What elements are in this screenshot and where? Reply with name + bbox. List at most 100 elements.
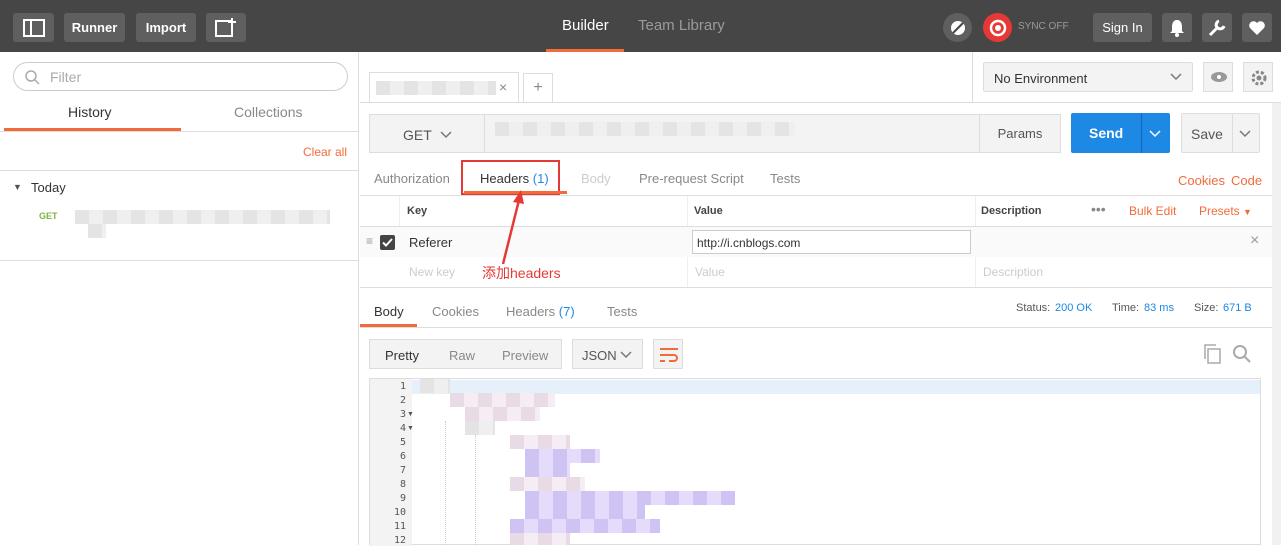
caret-down-icon[interactable]: ▼: [13, 182, 22, 192]
filter-input[interactable]: Filter: [13, 62, 348, 91]
send-button-group: Send: [1071, 113, 1170, 153]
sync-status-icon[interactable]: [983, 13, 1012, 42]
request-tab[interactable]: ×: [369, 72, 519, 103]
search-icon: [25, 70, 40, 85]
sidebar-toggle-button[interactable]: [13, 13, 54, 42]
heart-icon: [1249, 20, 1265, 35]
header-value-field[interactable]: http://i.cnblogs.com: [692, 230, 971, 254]
annotation-text: 添加headers: [482, 265, 561, 281]
chevron-down-icon: [620, 351, 632, 359]
divider: [687, 257, 688, 287]
params-button[interactable]: Params: [979, 114, 1061, 153]
new-tab-button[interactable]: [206, 13, 246, 42]
tab-response-headers[interactable]: Headers (7): [506, 304, 575, 319]
tab-pre-request-script[interactable]: Pre-request Script: [639, 171, 744, 186]
method-select[interactable]: GET: [369, 114, 485, 153]
wrap-lines-icon: [660, 348, 678, 362]
status-value: 200 OK: [1055, 302, 1093, 314]
annotation-arrow: [501, 190, 524, 265]
header-enabled-checkbox[interactable]: [380, 235, 395, 250]
view-raw-button[interactable]: Raw: [449, 348, 475, 363]
history-url-redacted: [88, 224, 106, 238]
line-number: 6: [399, 451, 406, 462]
copy-icon[interactable]: [1203, 344, 1221, 364]
line-number: 10: [393, 507, 406, 518]
new-key-field[interactable]: New key: [409, 265, 455, 279]
tab-headers-label: Headers: [480, 171, 530, 186]
header-value-text: http://i.cnblogs.com: [697, 236, 801, 250]
view-preview-button[interactable]: Preview: [502, 348, 548, 363]
check-icon: [382, 238, 393, 247]
line-number: 2: [399, 395, 406, 406]
close-tab-icon[interactable]: ×: [499, 79, 507, 95]
save-button[interactable]: Save: [1191, 126, 1223, 142]
tab-history[interactable]: History: [68, 104, 112, 120]
wrap-lines-button[interactable]: [653, 339, 683, 369]
tab-builder[interactable]: Builder: [562, 17, 609, 34]
main-scrollbar[interactable]: [1272, 103, 1281, 545]
drag-handle-icon[interactable]: ≡: [366, 234, 373, 248]
environment-select[interactable]: No Environment: [983, 62, 1193, 92]
presets-label: Presets: [1199, 204, 1240, 218]
fold-caret-icon[interactable]: ▼: [407, 425, 414, 432]
sync-status-text: SYNC OFF: [1018, 21, 1069, 32]
history-group-label: Today: [31, 180, 66, 195]
divider: [975, 257, 976, 287]
url-input[interactable]: [485, 114, 980, 153]
divider: [399, 196, 400, 226]
add-tab-button[interactable]: +: [523, 73, 553, 103]
tab-response-body[interactable]: Body: [374, 304, 404, 319]
satellite-icon: [950, 20, 965, 35]
send-options-icon[interactable]: [1149, 130, 1161, 138]
json-redacted: [510, 477, 585, 491]
line-number: 8: [399, 479, 406, 490]
method-value: GET: [403, 127, 432, 143]
view-pretty-button[interactable]: Pretty: [385, 348, 419, 363]
clear-all-link[interactable]: Clear all: [303, 145, 347, 159]
header-key-field[interactable]: Referer: [409, 235, 452, 250]
tab-tests[interactable]: Tests: [770, 171, 800, 186]
line-number: 1: [399, 381, 406, 392]
settings-button[interactable]: [1202, 13, 1232, 42]
format-select[interactable]: JSON: [572, 339, 643, 369]
column-key: Key: [407, 205, 428, 217]
runner-button[interactable]: Runner: [64, 13, 125, 42]
import-button[interactable]: Import: [136, 13, 196, 42]
sign-in-button[interactable]: Sign In: [1093, 13, 1152, 42]
notifications-button[interactable]: [1162, 13, 1192, 42]
tab-headers-count: (1): [532, 171, 549, 186]
fold-caret-icon[interactable]: ▼: [407, 411, 414, 418]
manage-environments-button[interactable]: [1243, 62, 1273, 92]
sync-ring-icon: [989, 19, 1006, 36]
tab-team-library[interactable]: Team Library: [638, 17, 725, 34]
top-bar: Runner Import Builder Team Library SYNC …: [0, 0, 1281, 52]
interceptor-button[interactable]: [943, 13, 972, 42]
tab-body[interactable]: Body: [581, 171, 611, 186]
json-redacted: [525, 449, 600, 463]
line-number: 3: [399, 409, 406, 420]
tab-response-tests[interactable]: Tests: [607, 304, 637, 319]
presets-dropdown[interactable]: Presets ▼: [1199, 204, 1252, 218]
tab-authorization[interactable]: Authorization: [374, 171, 450, 186]
save-options-icon[interactable]: [1239, 130, 1251, 138]
line-number: 5: [399, 437, 406, 448]
search-icon[interactable]: [1232, 344, 1252, 364]
delete-row-icon[interactable]: ×: [1250, 232, 1259, 250]
bell-icon: [1170, 19, 1184, 37]
tab-collections[interactable]: Collections: [234, 104, 302, 120]
new-description-field[interactable]: Description: [983, 265, 1043, 279]
tab-response-cookies[interactable]: Cookies: [432, 304, 479, 319]
json-redacted: [465, 407, 540, 421]
environment-quick-look-button[interactable]: [1203, 62, 1233, 92]
send-button[interactable]: Send: [1089, 125, 1123, 141]
more-options-icon[interactable]: •••: [1091, 201, 1106, 217]
eye-icon: [1211, 72, 1227, 82]
code-link[interactable]: Code: [1231, 173, 1262, 188]
favorites-button[interactable]: [1242, 13, 1272, 42]
tab-headers[interactable]: Headers (1): [480, 171, 549, 186]
new-value-field[interactable]: Value: [695, 265, 725, 279]
cookies-link[interactable]: Cookies: [1178, 173, 1225, 188]
bulk-edit-link[interactable]: Bulk Edit: [1129, 204, 1176, 218]
gear-icon: [1251, 70, 1267, 86]
sidebar: Filter History Collections Clear all ▼ T…: [0, 52, 359, 545]
